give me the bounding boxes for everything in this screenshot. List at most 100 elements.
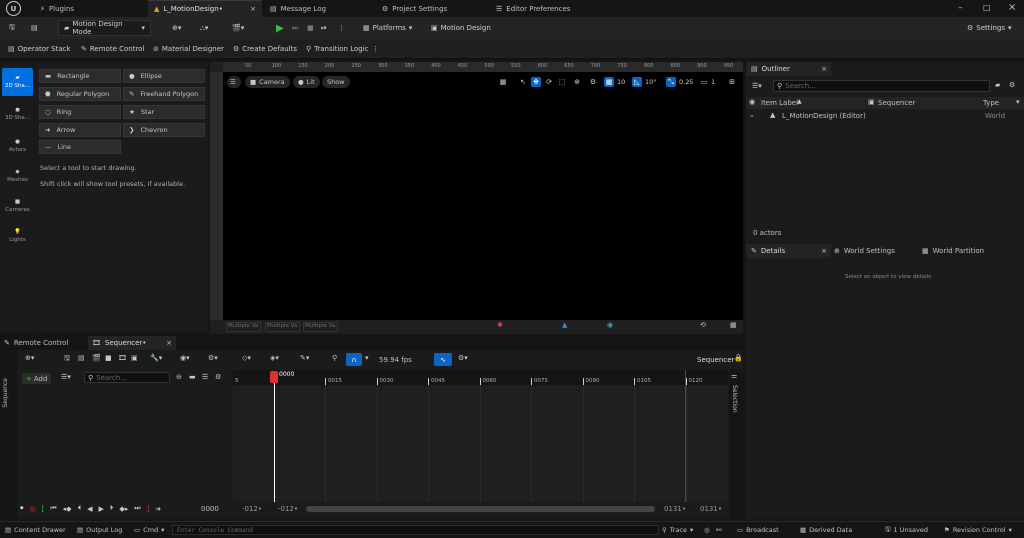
transform-field[interactable]: Multiple Va (265, 322, 300, 332)
play-icon[interactable]: ▶ (98, 505, 103, 513)
transition-logic-button[interactable]: ⚲ Transition Logic (306, 41, 369, 57)
console-input[interactable]: Enter Console Command (172, 525, 659, 535)
shape-freehand-polygon[interactable]: ✎ Freehand Polygon (123, 87, 205, 101)
stop-icon[interactable]: ■ (307, 20, 314, 36)
realtime-icon[interactable]: ▦ (498, 77, 508, 87)
shape-line[interactable]: — Line (39, 140, 121, 154)
shape-ellipse[interactable]: ● Ellipse (123, 69, 205, 83)
browse-icon[interactable]: ▤ (78, 354, 85, 362)
pencil-icon[interactable]: ✎▾ (300, 354, 309, 362)
go-end-icon[interactable]: ⏭ (134, 504, 140, 513)
loop-icon[interactable]: ➜ (155, 505, 161, 513)
range-start-view[interactable]: -012• (278, 505, 298, 513)
marker-icon[interactable]: ⚲ (332, 354, 337, 362)
settings-icon[interactable]: ⚙ (215, 373, 221, 381)
link-icon[interactable]: ⚯ (716, 522, 721, 538)
filter-icon[interactable]: ⚙▾ (208, 354, 218, 362)
mode-lights[interactable]: 💡 Lights (2, 222, 33, 250)
mode-meshes[interactable]: ◆ Meshes (2, 162, 33, 190)
more-icon[interactable]: ⋮ (372, 41, 379, 57)
maximize-icon[interactable]: □ (983, 3, 991, 12)
eye-icon[interactable]: ◉ (607, 321, 613, 329)
render-icon[interactable]: 🎬 (92, 354, 101, 362)
col-item-label[interactable]: Item Label (761, 99, 798, 107)
scale-icon[interactable]: ⬚ (557, 77, 567, 87)
close-icon[interactable]: × (821, 247, 827, 255)
camera-speed-icon[interactable]: ▭ (699, 77, 709, 87)
output-log-button[interactable]: ▤ Output Log (77, 522, 122, 538)
settings-icon[interactable]: ⚙▾ (458, 354, 468, 362)
col-sequencer[interactable]: Sequencer (878, 99, 915, 107)
add-actor-icon[interactable]: ⊕▾ (172, 20, 181, 36)
shape-star[interactable]: ★ Star (123, 105, 205, 119)
filter-icon[interactable]: ☰▾ (61, 373, 71, 381)
minimize-icon[interactable]: – (958, 3, 963, 13)
close-icon[interactable]: × (250, 5, 256, 13)
tab-message-log[interactable]: ▤ Message Log (264, 0, 376, 17)
viewport-canvas[interactable] (223, 72, 743, 320)
start-marker-icon[interactable]: [ (42, 505, 45, 513)
outliner-search[interactable]: ⚲ Search... (773, 80, 990, 92)
broadcast-toggle-icon[interactable]: ◎ (704, 522, 710, 538)
tab-project-settings[interactable]: ⚙ Project Settings (376, 0, 488, 17)
shape-regular-polygon[interactable]: ⬣ Regular Polygon (39, 87, 121, 101)
sequence-side-tab[interactable]: Sequence (0, 350, 17, 519)
move-icon[interactable]: ✥ (531, 77, 541, 87)
launch-icon[interactable]: ⏯ (321, 20, 327, 36)
camera-speed-value[interactable]: 1 (711, 77, 715, 87)
prev-key-icon[interactable]: ◂◆ (63, 505, 72, 513)
browse-icon[interactable]: ▤ (31, 20, 38, 36)
camera-icon[interactable]: ■ (105, 354, 112, 362)
maximize-viewport-icon[interactable]: ⊞ (727, 77, 737, 87)
wrench-icon[interactable]: 🔧▾ (150, 354, 162, 362)
filter-icon[interactable]: ☰▾ (752, 82, 762, 90)
reverse-icon[interactable]: ◀ (87, 505, 92, 513)
record-icon[interactable]: ⏺ (20, 504, 24, 513)
eye-icon[interactable]: ◉▾ (180, 354, 190, 362)
motion-design-button[interactable]: ▣ Motion Design (431, 20, 491, 36)
film-icon[interactable]: 🎞 (118, 354, 127, 362)
timeline[interactable]: 5 0015 0030 0045 0060 0075 0090 0105 0120 0000 (233, 370, 728, 502)
key-icon[interactable]: ◇▾ (242, 354, 251, 362)
shape-chevron[interactable]: ❯ Chevron (123, 123, 205, 137)
add-track-button[interactable]: + Add (22, 373, 52, 384)
world-icon[interactable]: ⊕ (572, 77, 582, 87)
end-marker-icon[interactable]: ] (147, 505, 150, 513)
rotation-snap-value[interactable]: 10° (645, 77, 657, 87)
palette-icon[interactable]: ▲ (562, 321, 567, 329)
mode-2d-shapes[interactable]: ▰ 2D Sha... (2, 68, 33, 96)
platforms-button[interactable]: ▦ Platforms ▾ (363, 20, 412, 36)
remote-control-button[interactable]: ✎ Remote Control (81, 41, 144, 57)
prev-frame-icon[interactable]: ⏴ (78, 504, 82, 513)
operator-stack-button[interactable]: ▤ Operator Stack (8, 41, 71, 57)
world-partition-tab[interactable]: ▦ World Partition (922, 244, 984, 258)
range-start[interactable]: -012• (242, 505, 262, 513)
select-icon[interactable]: ↖ (518, 77, 528, 87)
list-icon[interactable]: ☰ (202, 373, 208, 381)
curve-editor-icon[interactable]: ∿ (434, 353, 452, 366)
selection-side-tab[interactable]: ⚌ Selection (729, 370, 743, 519)
snap-icon[interactable]: ∩ (346, 353, 362, 366)
tab-sequencer[interactable]: 🎞 Sequencer• × (88, 336, 176, 350)
step-icon[interactable]: ⏭ (292, 20, 298, 36)
align-icon[interactable]: ▬ (189, 373, 196, 381)
playhead-handle[interactable] (270, 371, 278, 383)
tab-plugins[interactable]: ⚡ Plugins (34, 0, 146, 17)
shape-rectangle[interactable]: ▬ Rectangle (39, 69, 121, 83)
shape-ring[interactable]: ○ Ring (39, 105, 121, 119)
color-wheel-icon[interactable]: ✺ (497, 321, 503, 329)
settings-icon[interactable]: ⚙ (1009, 81, 1015, 89)
save-icon[interactable]: 🖫 (9, 20, 15, 36)
unreal-logo[interactable]: U (6, 1, 21, 16)
trace-button[interactable]: ⚲ Trace ▾ (662, 522, 693, 538)
lit-button[interactable]: ● Lit (293, 76, 320, 88)
mode-cameras[interactable]: ■ Cameras (2, 192, 33, 220)
current-frame-field[interactable]: 0000 (201, 505, 219, 513)
content-drawer-button[interactable]: ▤ Content Drawer (5, 522, 66, 538)
grid-snap-value[interactable]: 10 (617, 77, 625, 87)
go-start-icon[interactable]: ⏮ (50, 504, 56, 513)
viewport-menu-button[interactable]: ☰ (227, 76, 241, 88)
tab-level[interactable]: ▲ L_MotionDesign• × (148, 0, 262, 17)
shape-arrow[interactable]: ➜ Arrow (39, 123, 121, 137)
save-icon[interactable]: 🖫 (64, 354, 70, 365)
